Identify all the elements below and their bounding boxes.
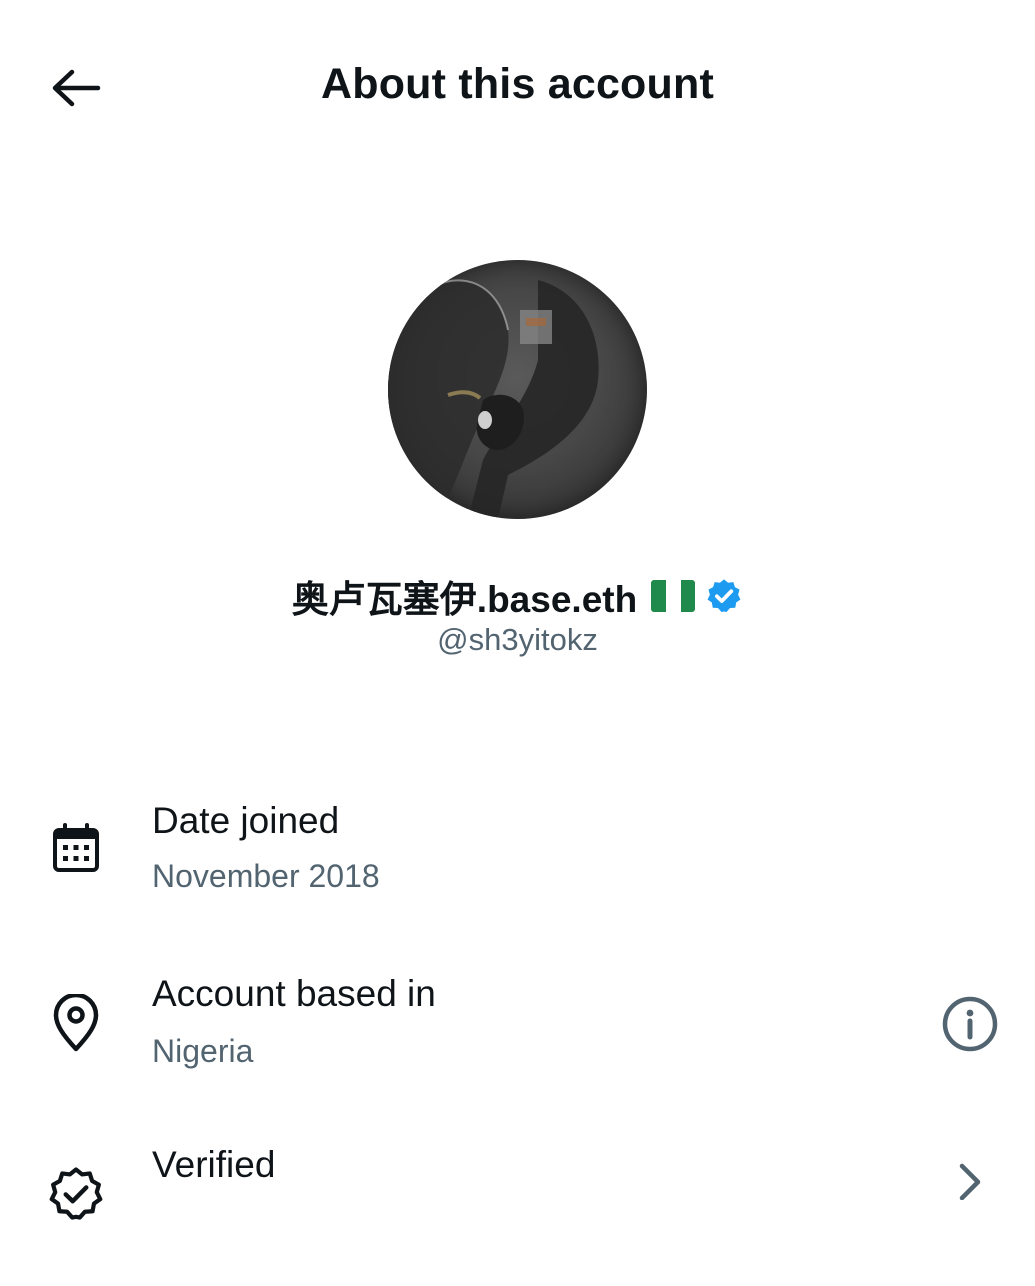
date-joined-value: November 2018 — [152, 858, 380, 894]
avatar-image — [388, 279, 599, 519]
date-joined-label: Date joined — [152, 800, 340, 841]
verified-badge-icon[interactable] — [705, 577, 743, 615]
calendar-icon — [44, 816, 108, 880]
account-based-in-label: Account based in — [152, 973, 436, 1014]
date-joined-row: Date joined November 2018 — [0, 790, 1035, 940]
account-based-in-row: Account based in Nigeria — [0, 963, 1035, 1113]
info-icon — [942, 996, 998, 1052]
account-based-in-value: Nigeria — [152, 1033, 254, 1069]
location-pin-icon — [44, 991, 108, 1055]
verified-outline-icon — [44, 1162, 108, 1226]
verified-label: Verified — [152, 1144, 276, 1185]
verified-row[interactable]: Verified — [0, 1136, 1035, 1286]
verified-chevron-button[interactable] — [940, 1160, 1000, 1220]
header: About this account — [0, 0, 1035, 176]
nigeria-flag-icon — [651, 580, 696, 612]
handle[interactable]: @sh3yitokz — [0, 622, 1035, 658]
avatar[interactable] — [388, 260, 647, 519]
display-name-row: 奥卢瓦塞伊.base.eth — [0, 568, 1035, 624]
page-title: About this account — [321, 60, 714, 108]
display-name: 奥卢瓦塞伊.base.eth — [291, 579, 638, 620]
chevron-right-icon — [959, 1163, 981, 1200]
info-button[interactable] — [936, 990, 1004, 1058]
